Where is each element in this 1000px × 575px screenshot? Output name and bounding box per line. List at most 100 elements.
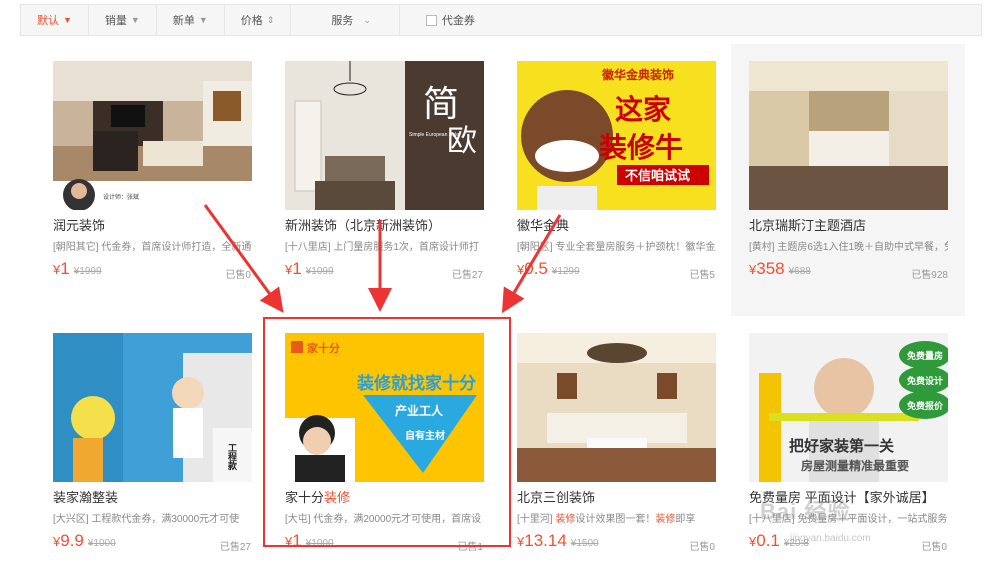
- voucher-label: 代金券: [441, 15, 475, 27]
- product-card[interactable]: 徽华金典装饰 这家 装修牛 不信咱试试 徽华金典 [朝阳区] 专业全套量房服务＋…: [499, 61, 716, 323]
- overlay-badge1: 免费量房: [907, 350, 943, 362]
- price-value: 1: [292, 531, 302, 550]
- product-title[interactable]: 北京三创装饰: [517, 487, 595, 506]
- original-price: ¥1000: [87, 538, 116, 549]
- overlay-line2: 房屋测量精准最重要: [801, 458, 909, 473]
- product-card[interactable]: 北京瑞斯汀主题酒店 [黄村] 主题房6选1入住1晚＋自助中式早餐，免 ¥358 ¥…: [731, 44, 965, 316]
- voucher-checkbox[interactable]: [425, 14, 437, 26]
- product-image[interactable]: 简 欧 Simple European style: [285, 61, 484, 210]
- product-image[interactable]: 免费量房 免费设计 免费报价 把好家装第一关 房屋测量精准最重要: [749, 333, 948, 482]
- watermark: Bai 经验: [760, 499, 851, 524]
- product-card[interactable]: 家十分 装修就找家十分 产业工人 自有主材 家十分装修 [大屯] 代金券，满20…: [267, 333, 484, 575]
- sort-price-label: 价格: [240, 15, 263, 27]
- product-card[interactable]: 简 欧 Simple European style 新洲装饰（北京新洲装饰） […: [267, 61, 484, 323]
- price-value: 358: [756, 259, 785, 278]
- product-desc: [大屯] 代金券，满20000元才可使用，首席设: [285, 514, 482, 525]
- product-desc: [大兴区] 工程款代金券，满30000元才可使: [53, 514, 240, 525]
- price-value: 13.14: [524, 531, 567, 550]
- desc-keyword: 装修: [655, 514, 676, 525]
- sort-price[interactable]: 价格 ⇕: [225, 5, 292, 35]
- filter-service[interactable]: 服务 ⌄: [291, 5, 400, 35]
- product-image[interactable]: [749, 61, 948, 210]
- overlay-line1: 这家: [615, 93, 671, 126]
- price-value: 0.5: [524, 259, 548, 278]
- watermark-url: jingyan.baidu.com: [790, 533, 871, 544]
- product-price: ¥13.14 ¥1500: [517, 531, 599, 551]
- sold-count: 已售27: [451, 270, 483, 281]
- arrow-updown-icon: ⇕: [266, 14, 275, 25]
- original-price: ¥1099: [305, 266, 334, 277]
- product-price: ¥1 ¥1000: [285, 531, 334, 551]
- chevron-down-icon: ⌄: [363, 14, 371, 25]
- product-price: ¥9.9 ¥1000: [53, 531, 116, 551]
- product-title[interactable]: 装家瀚整装: [53, 487, 118, 506]
- product-desc: [十八里店] 上门量房服务1次，首席设计师打: [285, 242, 479, 253]
- desc-part: 设计效果图一套！: [575, 514, 656, 525]
- product-title[interactable]: 新洲装饰（北京新洲装饰）: [285, 215, 441, 234]
- overlay-brand: 徽华金典装饰: [601, 67, 674, 82]
- desc-keyword: 装修: [555, 514, 576, 525]
- original-price: ¥1500: [570, 538, 599, 549]
- sold-count: 已售5: [689, 270, 715, 281]
- overlay-english: Simple European style: [409, 132, 459, 138]
- product-image[interactable]: [517, 333, 716, 482]
- designer-caption: 设计师：张斌: [103, 193, 139, 201]
- original-price: ¥688: [788, 266, 811, 277]
- overlay-brand: 家十分: [307, 341, 340, 355]
- sold-count: 已售0: [689, 542, 715, 553]
- desc-part: 即享: [675, 514, 696, 525]
- original-price: ¥1299: [551, 266, 580, 277]
- sold-count: 已售0: [225, 270, 251, 281]
- product-image[interactable]: 家十分 装修就找家十分 产业工人 自有主材: [285, 333, 484, 482]
- product-price: ¥0.5 ¥1299: [517, 259, 580, 279]
- product-card[interactable]: 工程款 装家瀚整装 [大兴区] 工程款代金券，满30000元才可使 ¥9.9 ¥1…: [35, 333, 252, 575]
- original-price: ¥1999: [73, 266, 102, 277]
- product-price: ¥358 ¥688: [749, 259, 811, 279]
- overlay-jian: 简: [423, 84, 459, 125]
- product-title[interactable]: 徽华金典: [517, 215, 569, 234]
- sort-bar: 默认 ▼ 销量 ▼ 新单 ▼ 价格 ⇕ 服务 ⌄ 代金券: [20, 4, 982, 36]
- sort-new-label: 新单: [172, 15, 195, 27]
- sort-default-label: 默认: [37, 15, 59, 27]
- product-price: ¥1 ¥1099: [285, 259, 334, 279]
- overlay-line2: 装修牛: [599, 131, 683, 164]
- overlay-line3: 自有主材: [405, 429, 445, 442]
- sort-sales-label: 销量: [104, 15, 127, 27]
- product-desc: [黄村] 主题房6选1入住1晚＋自助中式早餐，免: [749, 242, 948, 253]
- overlay-line1: 把好家装第一关: [789, 437, 894, 455]
- price-value: 1: [292, 259, 302, 278]
- product-card[interactable]: 设计师：张斌 润元装饰 [朝阳其它] 代金券，首席设计师打造，全新通 ¥1 ¥19…: [35, 61, 252, 323]
- product-desc: [朝阳其它] 代金券，首席设计师打造，全新通: [53, 242, 252, 253]
- overlay-line1: 装修就找家十分: [356, 373, 476, 394]
- arrow-down-icon: ▼: [198, 15, 208, 25]
- sold-count: 已售1: [457, 542, 483, 553]
- product-card[interactable]: 北京三创装饰 [十里河] 装修设计效果图一套！装修即享 ¥13.14 ¥1500 …: [499, 333, 716, 575]
- sort-default[interactable]: 默认 ▼: [21, 5, 89, 35]
- sold-count: 已售0: [921, 542, 947, 553]
- product-title-main: 家十分: [285, 490, 325, 505]
- sold-count: 已售928: [911, 270, 948, 281]
- original-price: ¥1000: [305, 538, 334, 549]
- price-value: 9.9: [60, 531, 84, 550]
- sort-new[interactable]: 新单 ▼: [157, 5, 225, 35]
- arrow-down-icon: ▼: [63, 15, 72, 25]
- voucher-filter[interactable]: 代金券: [400, 12, 475, 28]
- product-title-keyword: 装修: [324, 490, 351, 505]
- price-value: 0.1: [756, 531, 780, 550]
- filter-service-label: 服务: [331, 15, 354, 27]
- desc-part: [十里河]: [517, 514, 556, 525]
- product-desc: [朝阳区] 专业全套量房服务＋护颈枕！徽华金: [517, 242, 716, 253]
- page: 默认 ▼ 销量 ▼ 新单 ▼ 价格 ⇕ 服务 ⌄ 代金券 设计师：张斌 润元装饰…: [0, 0, 1000, 575]
- product-title[interactable]: 北京瑞斯汀主题酒店: [749, 215, 866, 234]
- product-image[interactable]: 工程款: [53, 333, 252, 482]
- product-title[interactable]: 润元装饰: [53, 215, 105, 234]
- overlay-badge2: 免费设计: [907, 375, 943, 387]
- overlay-line3: 不信咱试试: [625, 168, 690, 184]
- overlay-ou: 欧: [447, 124, 477, 159]
- sort-sales[interactable]: 销量 ▼: [89, 5, 157, 35]
- product-image[interactable]: 设计师：张斌: [53, 61, 252, 210]
- overlay-right-text: 工程款: [226, 443, 237, 471]
- overlay-line2: 产业工人: [395, 403, 444, 418]
- product-image[interactable]: 徽华金典装饰 这家 装修牛 不信咱试试: [517, 61, 716, 210]
- product-title[interactable]: 家十分装修: [285, 487, 350, 506]
